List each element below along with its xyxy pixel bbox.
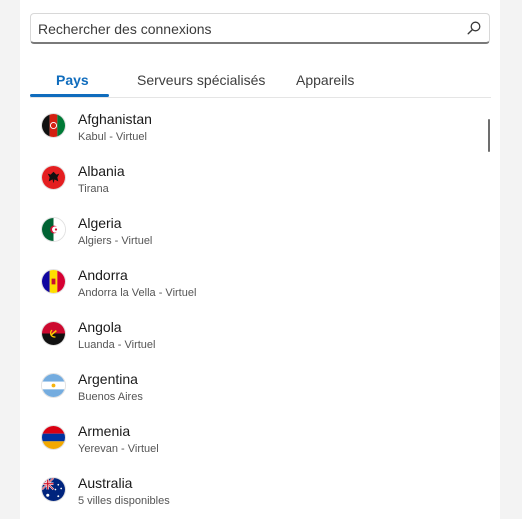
- country-location: Tirana: [78, 183, 109, 195]
- connections-panel: Pays Serveurs spécialisés Appareils Afgh…: [20, 0, 500, 519]
- list-scrollbar[interactable]: [488, 119, 490, 152]
- tab-pays[interactable]: Pays: [56, 72, 89, 88]
- list-item-albania[interactable]: Albania Tirana: [20, 150, 480, 202]
- country-location: Yerevan - Virtuel: [78, 443, 159, 455]
- armenia-flag-icon: [41, 425, 66, 450]
- country-name: Armenia: [78, 423, 131, 439]
- tab-bar: Pays Serveurs spécialisés Appareils: [30, 64, 491, 98]
- country-location: 5 villes disponibles: [78, 495, 170, 507]
- search-box[interactable]: [30, 13, 490, 44]
- afghanistan-flag-icon: [41, 113, 66, 138]
- list-item-angola[interactable]: Angola Luanda - Virtuel: [20, 306, 480, 358]
- albania-flag-icon: [41, 165, 66, 190]
- australia-flag-icon: [41, 477, 66, 502]
- country-name: Argentina: [78, 371, 138, 387]
- search-input[interactable]: [38, 18, 458, 40]
- country-name: Andorra: [78, 267, 128, 283]
- angola-flag-icon: [41, 321, 66, 346]
- country-name: Angola: [78, 319, 122, 335]
- list-item-afghanistan[interactable]: Afghanistan Kabul - Virtuel: [20, 98, 480, 150]
- tab-serveurs-specialises[interactable]: Serveurs spécialisés: [137, 72, 265, 88]
- country-name: Afghanistan: [78, 111, 152, 127]
- country-location: Kabul - Virtuel: [78, 131, 147, 143]
- country-name: Algeria: [78, 215, 122, 231]
- window-edge: [500, 0, 522, 519]
- country-name: Albania: [78, 163, 125, 179]
- search-icon[interactable]: [466, 20, 482, 36]
- list-item-armenia[interactable]: Armenia Yerevan - Virtuel: [20, 410, 480, 462]
- country-location: Luanda - Virtuel: [78, 339, 156, 351]
- country-location: Andorra la Vella - Virtuel: [78, 287, 197, 299]
- list-item-algeria[interactable]: Algeria Algiers - Virtuel: [20, 202, 480, 254]
- list-item-argentina[interactable]: Argentina Buenos Aires: [20, 358, 480, 410]
- argentina-flag-icon: [41, 373, 66, 398]
- country-list: Afghanistan Kabul - Virtuel Albania Tira…: [20, 98, 500, 519]
- country-location: Buenos Aires: [78, 391, 143, 403]
- country-name: Australia: [78, 475, 133, 491]
- tab-appareils[interactable]: Appareils: [296, 72, 354, 88]
- andorra-flag-icon: [41, 269, 66, 294]
- algeria-flag-icon: [41, 217, 66, 242]
- list-item-andorra[interactable]: Andorra Andorra la Vella - Virtuel: [20, 254, 480, 306]
- country-location: Algiers - Virtuel: [78, 235, 153, 247]
- active-tab-indicator: [30, 94, 109, 97]
- list-item-australia[interactable]: Australia 5 villes disponibles: [20, 462, 480, 514]
